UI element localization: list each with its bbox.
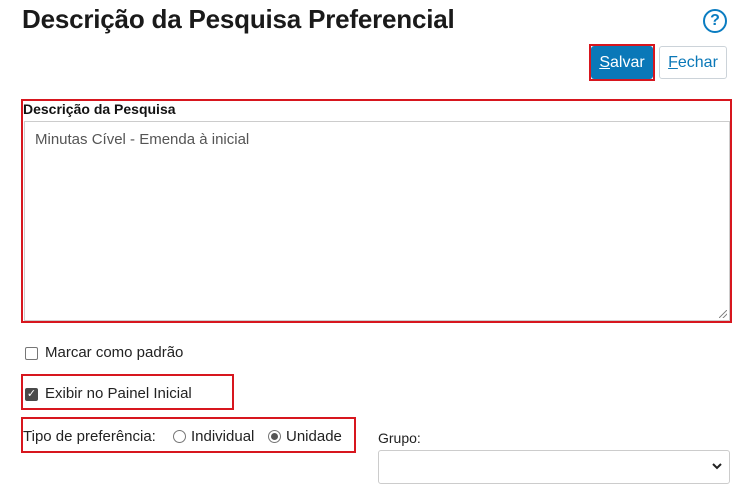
radio-individual[interactable] [173,430,186,443]
panel-label: Exibir no Painel Inicial [45,385,192,402]
resize-handle-icon[interactable] [719,310,727,318]
default-label: Marcar como padrão [45,344,184,361]
save-button[interactable]: Salvar [591,46,653,79]
group-label: Grupo: [378,430,421,446]
close-label-rest: echar [677,53,718,71]
pref-type-label: Tipo de preferência: [23,428,156,445]
help-icon[interactable]: ? [703,9,727,33]
save-label-rest: alvar [609,53,645,71]
close-button[interactable]: Fechar [659,46,727,79]
description-label: Descrição da Pesquisa [23,101,176,117]
description-value: Minutas Cível - Emenda à inicial [35,131,250,148]
panel-checkbox[interactable]: ✓ [25,388,38,401]
radio-unidade-label: Unidade [286,428,342,445]
chevron-down-icon [712,463,722,470]
page-title: Descrição da Pesquisa Preferencial [22,4,455,34]
group-select[interactable] [378,450,730,484]
radio-individual-label: Individual [191,428,255,445]
default-checkbox[interactable] [25,347,38,360]
radio-unidade[interactable] [268,430,281,443]
close-accesskey: F [668,53,678,71]
save-accesskey: S [599,53,610,71]
description-textarea[interactable]: Minutas Cível - Emenda à inicial [24,121,730,321]
